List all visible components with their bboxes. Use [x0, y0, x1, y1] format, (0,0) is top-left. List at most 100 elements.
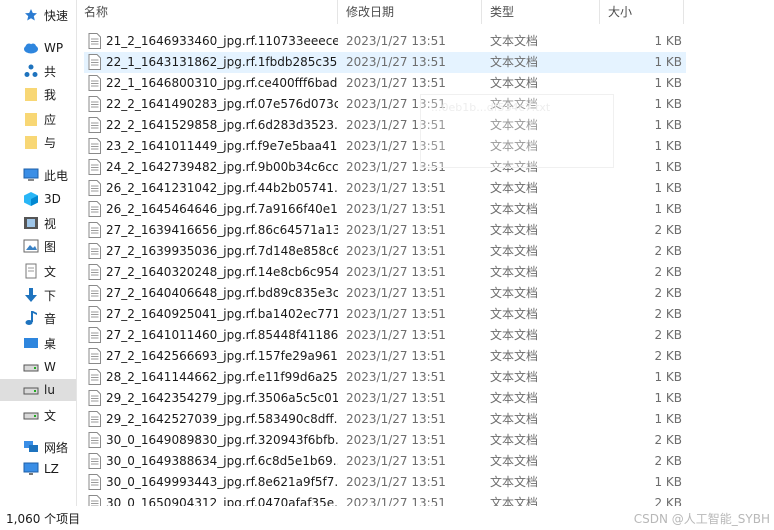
drag-ghost: ...0eb1b...df534c7.txt [420, 94, 614, 168]
nav-item[interactable]: 桌 [0, 332, 76, 354]
file-name: 29_2_1642354279_jpg.rf.3506a5c5c01... [106, 391, 338, 405]
file-row[interactable]: 27_2_1641011460_jpg.rf.85448f41186... 202… [84, 325, 686, 346]
folder-icon [22, 85, 40, 103]
file-row[interactable]: 27_2_1640320248_jpg.rf.14e8cb6c954... 202… [84, 262, 686, 283]
file-row[interactable]: 29_2_1642527039_jpg.rf.583490c8dff... 202… [84, 409, 686, 430]
file-date: 2023/1/27 13:51 [346, 244, 446, 258]
file-date: 2023/1/27 13:51 [346, 349, 446, 363]
nav-item[interactable]: 快速 [0, 4, 76, 26]
item-count: 1,060 个项目 [6, 512, 81, 526]
nav-item[interactable]: 共 [0, 60, 76, 82]
file-size: 1 KB [654, 34, 682, 48]
file-name: 27_2_1640925041_jpg.rf.ba1402ec771... [106, 307, 338, 321]
file-type: 文本文档 [490, 202, 539, 216]
column-header-date[interactable]: 修改日期 [338, 0, 482, 24]
file-size: 1 KB [654, 202, 682, 216]
file-name: 27_2_1640406648_jpg.rf.bd89c835e3c... [106, 286, 338, 300]
status-bar: 1,060 个项目 CSDN @人工智能_SYBH [0, 506, 774, 530]
file-size: 1 KB [654, 412, 682, 426]
nav-item-label: 音 [44, 311, 57, 326]
cloud-icon [22, 39, 40, 57]
file-size: 1 KB [654, 139, 682, 153]
nav-item-label: 我 [44, 87, 57, 102]
file-name: 30_0_1649388634_jpg.rf.6c8d5e1b69... [106, 454, 338, 468]
file-date: 2023/1/27 13:51 [346, 391, 446, 405]
text-file-icon [88, 75, 101, 91]
column-header-name[interactable]: 名称 [76, 0, 338, 24]
text-file-icon [88, 453, 101, 469]
file-row[interactable]: 22_1_1643131862_jpg.rf.1fbdb285c35... 202… [84, 52, 686, 73]
file-row[interactable]: 27_2_1642566693_jpg.rf.157fe29a961... 202… [84, 346, 686, 367]
nav-item[interactable]: 图 [0, 235, 76, 257]
file-date: 2023/1/27 13:51 [346, 412, 446, 426]
nav-item[interactable]: 我 [0, 83, 76, 105]
file-name: 22_2_1641490283_jpg.rf.07e576d073c... [106, 97, 338, 111]
file-name: 28_2_1641144662_jpg.rf.e11f99d6a25... [106, 370, 338, 384]
text-file-icon [88, 117, 101, 133]
nav-item[interactable]: 下 [0, 284, 76, 306]
file-size: 2 KB [654, 454, 682, 468]
file-row[interactable]: 27_2_1640925041_jpg.rf.ba1402ec771... 202… [84, 304, 686, 325]
nav-item-label: WP [44, 41, 64, 55]
text-file-icon [88, 243, 101, 259]
file-size: 2 KB [654, 328, 682, 342]
column-header-size[interactable]: 大小 [600, 0, 684, 24]
drive-icon [22, 358, 40, 376]
file-row[interactable]: 27_2_1640406648_jpg.rf.bd89c835e3c... 202… [84, 283, 686, 304]
file-row[interactable]: 27_2_1639935036_jpg.rf.7d148e858c6... 202… [84, 241, 686, 262]
file-name: 27_2_1640320248_jpg.rf.14e8cb6c954... [106, 265, 338, 279]
desktop-icon [22, 334, 40, 352]
file-type: 文本文档 [490, 76, 539, 90]
watermark: CSDN @人工智能_SYBH [633, 512, 770, 526]
text-file-icon [88, 327, 101, 343]
file-size: 2 KB [654, 244, 682, 258]
folder-icon [22, 133, 40, 151]
share-icon [22, 62, 40, 80]
nav-item[interactable]: 文 [0, 260, 76, 282]
file-row[interactable]: 22_1_1646800310_jpg.rf.ce400fff6bad... 20… [84, 73, 686, 94]
file-date: 2023/1/27 13:51 [346, 475, 446, 489]
file-name: 30_0_1649993443_jpg.rf.8e621a9f5f7... [106, 475, 338, 489]
nav-item-label: LZ [44, 462, 59, 476]
file-row[interactable]: 26_2_1645464646_jpg.rf.7a9166f40e1... 202… [84, 199, 686, 220]
drive-icon [22, 381, 40, 399]
nav-item[interactable]: lu [0, 379, 76, 401]
nav-item[interactable]: 文 [0, 404, 76, 426]
file-type: 文本文档 [490, 244, 539, 258]
column-header-type[interactable]: 类型 [482, 0, 600, 24]
nav-item[interactable]: 与 [0, 131, 76, 153]
text-file-icon [88, 411, 101, 427]
nav-item[interactable]: 音 [0, 307, 76, 329]
nav-item[interactable]: 视 [0, 212, 76, 234]
nav-item[interactable]: 此电 [0, 164, 76, 186]
file-size: 1 KB [654, 97, 682, 111]
file-row[interactable]: 29_2_1642354279_jpg.rf.3506a5c5c01... 202… [84, 388, 686, 409]
file-type: 文本文档 [490, 391, 539, 405]
file-date: 2023/1/27 13:51 [346, 34, 446, 48]
nav-item[interactable]: LZ [0, 458, 76, 480]
text-file-icon [88, 96, 101, 112]
file-row[interactable]: 26_2_1641231042_jpg.rf.44b2b05741... 2023… [84, 178, 686, 199]
file-size: 1 KB [654, 55, 682, 69]
file-row[interactable]: 30_0_1649089830_jpg.rf.320943f6bfb... 202… [84, 430, 686, 451]
network-icon [22, 438, 40, 456]
file-row[interactable]: 21_2_1646933460_jpg.rf.110733eeece... 202… [84, 31, 686, 52]
file-name: 26_2_1641231042_jpg.rf.44b2b05741... [106, 181, 338, 195]
nav-item[interactable]: WP [0, 37, 76, 59]
file-size: 1 KB [654, 118, 682, 132]
text-file-icon [88, 54, 101, 70]
file-row[interactable]: 27_2_1639416656_jpg.rf.86c64571a13... 202… [84, 220, 686, 241]
file-size: 1 KB [654, 370, 682, 384]
video-icon [22, 214, 40, 232]
nav-item[interactable]: 3D [0, 188, 76, 210]
file-row[interactable]: 30_0_1649993443_jpg.rf.8e621a9f5f7... 202… [84, 472, 686, 493]
nav-item[interactable]: 应 [0, 108, 76, 130]
text-file-icon [88, 285, 101, 301]
file-row[interactable]: 30_0_1649388634_jpg.rf.6c8d5e1b69... 2023… [84, 451, 686, 472]
file-row[interactable]: 28_2_1641144662_jpg.rf.e11f99d6a25... 202… [84, 367, 686, 388]
nav-item-label: 视 [44, 216, 57, 231]
nav-item[interactable]: W [0, 356, 76, 378]
nav-item[interactable]: 网络 [0, 436, 76, 458]
file-date: 2023/1/27 13:51 [346, 433, 446, 447]
file-type: 文本文档 [490, 349, 539, 363]
